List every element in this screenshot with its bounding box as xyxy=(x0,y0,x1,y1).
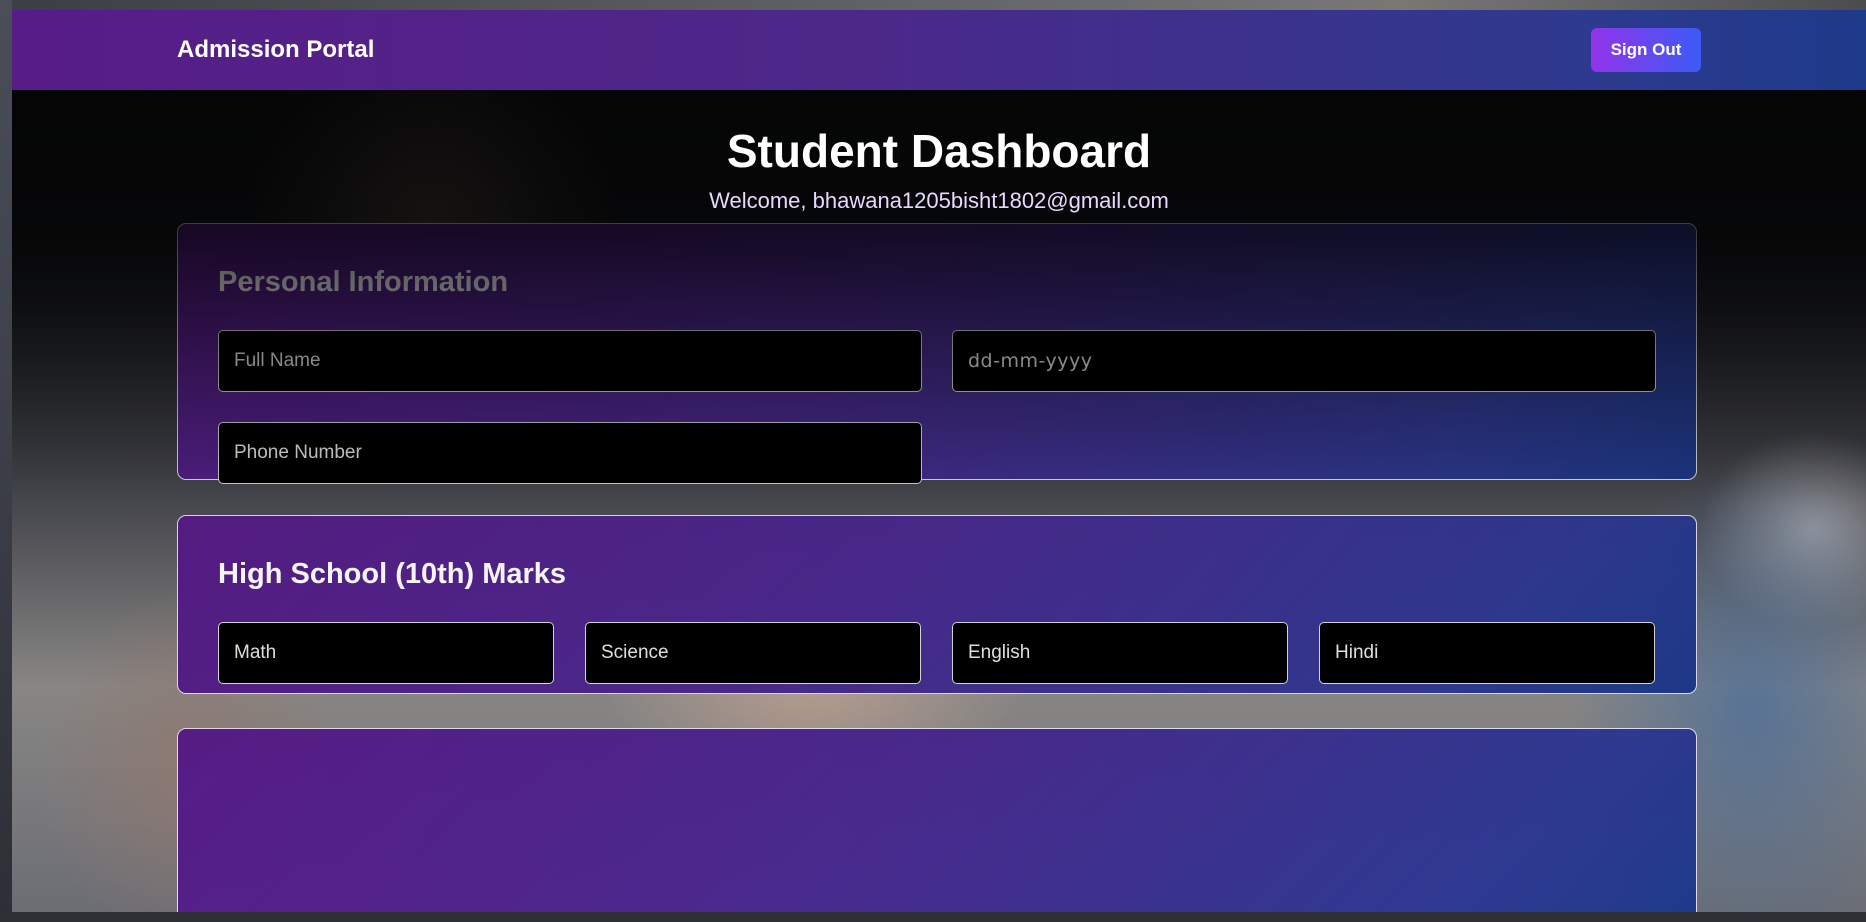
sign-out-button[interactable]: Sign Out xyxy=(1591,28,1701,72)
personal-information-heading: Personal Information xyxy=(218,266,509,298)
next-section-card xyxy=(177,728,1697,912)
welcome-message: Welcome, bhawana1205bisht1802@gmail.com xyxy=(709,188,1169,213)
high-school-marks-card: High School (10th) Marks xyxy=(177,515,1697,694)
high-school-marks-heading: High School (10th) Marks xyxy=(218,558,567,590)
math-marks-input[interactable] xyxy=(218,622,554,684)
science-marks-input[interactable] xyxy=(585,622,921,684)
phone-number-input[interactable] xyxy=(218,422,922,484)
personal-information-fields xyxy=(218,330,1656,484)
full-name-input[interactable] xyxy=(218,330,922,392)
top-navbar: Admission Portal Sign Out xyxy=(12,10,1866,90)
hindi-marks-input[interactable] xyxy=(1319,622,1655,684)
window-frame-top xyxy=(0,0,1866,10)
page-title: Student Dashboard xyxy=(726,125,1152,177)
date-of-birth-input[interactable] xyxy=(952,330,1656,392)
english-marks-input[interactable] xyxy=(952,622,1288,684)
window-frame-left xyxy=(0,0,12,922)
window-frame-bottom xyxy=(0,912,1866,922)
high-school-marks-fields xyxy=(218,622,1656,684)
dashboard-content: Student Dashboard Welcome, bhawana1205bi… xyxy=(12,90,1866,214)
page-viewport: Admission Portal Sign Out Student Dashbo… xyxy=(12,10,1866,912)
brand-title[interactable]: Admission Portal xyxy=(177,36,374,64)
personal-information-card: Personal Information xyxy=(177,223,1697,484)
